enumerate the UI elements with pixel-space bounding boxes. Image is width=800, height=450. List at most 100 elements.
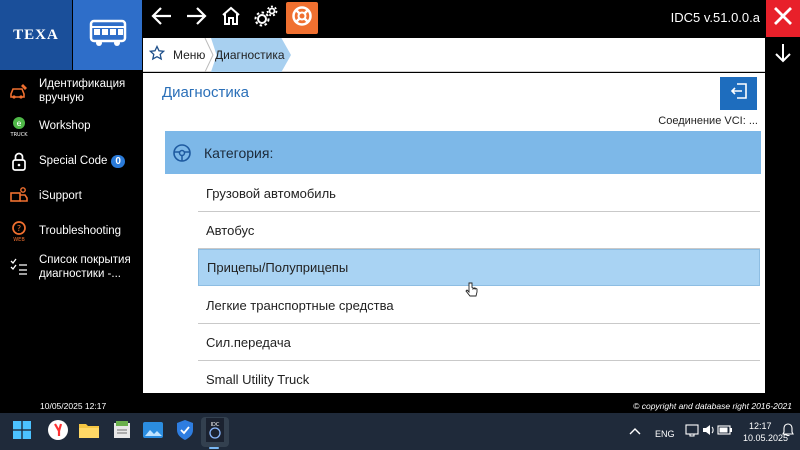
sidebar-item-isupport[interactable]: iSupport xyxy=(0,179,143,213)
taskbar: IDC ENG 12:17 10.05.2025 xyxy=(0,413,800,450)
list-item-label: Сил.передача xyxy=(206,334,291,350)
sidebar-item-label: Список покрытия xyxy=(39,254,131,266)
notification-icon xyxy=(685,423,699,442)
sidebar-item-label: Special Code xyxy=(39,155,108,167)
category-label: Категория: xyxy=(204,144,274,161)
copyright-text: © copyright and database right 2016-2021 xyxy=(633,401,792,411)
svg-text:IDC: IDC xyxy=(211,422,220,428)
troubleshooting-web-icon: ? WEB xyxy=(9,221,29,242)
exit-button[interactable] xyxy=(720,77,757,110)
tray-battery-button[interactable] xyxy=(717,420,733,444)
breadcrumb-label: Меню xyxy=(173,48,206,62)
idc5-app-icon: IDC xyxy=(206,417,224,447)
sidebar-item-label-line2: вручную xyxy=(39,92,84,104)
steering-wheel-icon xyxy=(172,143,192,163)
gears-icon xyxy=(254,5,278,32)
list-item-label: Автобус xyxy=(206,222,255,238)
truck-workshop-icon: e TRUCK xyxy=(9,116,29,137)
support-button[interactable] xyxy=(286,2,318,34)
tray-overflow-button[interactable] xyxy=(627,420,643,444)
list-item[interactable]: Small Utility Truck xyxy=(198,361,760,393)
close-button[interactable] xyxy=(766,0,800,37)
tray-notification-icon[interactable] xyxy=(684,420,700,444)
arrow-down-icon xyxy=(773,42,793,69)
sidebar-item-special-code[interactable]: Special Code 0 xyxy=(0,144,143,178)
brand-text: TEXA xyxy=(13,26,59,43)
star-icon xyxy=(148,44,166,66)
taskbar-yandex-browser[interactable] xyxy=(46,419,70,446)
taskbar-idc5-app[interactable]: IDC xyxy=(201,417,229,447)
support-icon xyxy=(9,186,29,206)
volume-icon xyxy=(702,423,716,442)
list-item[interactable]: Автобус xyxy=(198,212,760,249)
sidebar-item-label: iSupport xyxy=(39,190,82,202)
car-wrench-icon xyxy=(9,81,29,101)
breadcrumb-item-diagnostics[interactable]: Диагностика xyxy=(211,38,291,72)
taskbar-app-tool[interactable] xyxy=(110,420,134,444)
category-header: Категория: xyxy=(165,131,761,174)
yandex-browser-icon xyxy=(47,419,69,446)
lock-icon xyxy=(9,151,29,171)
list-item[interactable]: Легкие транспортные средства xyxy=(198,287,760,324)
bus-icon xyxy=(88,17,128,54)
taskbar-time[interactable]: 12:17 xyxy=(749,421,772,431)
coverage-list-icon xyxy=(9,257,29,277)
main-panel: Диагностика Соединение VCI: ... Категори… xyxy=(143,73,765,393)
tool-app-icon xyxy=(111,419,133,446)
home-button[interactable] xyxy=(215,2,247,34)
tray-volume-button[interactable] xyxy=(701,420,717,444)
list-item-label: Легкие транспортные средства xyxy=(206,297,394,313)
back-button[interactable] xyxy=(146,2,178,34)
version-label: IDC5 v.51.0.0.a xyxy=(670,10,760,25)
arrow-right-icon xyxy=(185,5,207,32)
app-datetime: 10/05/2025 12:17 xyxy=(40,401,107,411)
home-icon xyxy=(220,5,242,32)
texa-logo: TEXA xyxy=(0,0,72,70)
minimize-button[interactable] xyxy=(766,38,800,72)
close-icon xyxy=(773,6,793,31)
sidebar-item-coverage-list[interactable]: Список покрытия диагностики -... xyxy=(0,250,143,284)
sidebar-item-workshop[interactable]: e TRUCK Workshop xyxy=(0,109,143,143)
favorites-button[interactable] xyxy=(147,44,167,66)
folder-icon xyxy=(78,420,100,445)
tray-notifications-bell[interactable] xyxy=(780,420,796,444)
taskbar-security[interactable] xyxy=(173,419,197,446)
list-item-label: Прицепы/Полуприцепы xyxy=(207,260,349,275)
vci-connection-status: Соединение VCI: ... xyxy=(658,115,758,127)
start-button[interactable] xyxy=(10,420,34,444)
mouse-cursor-icon xyxy=(465,282,479,303)
sidebar-item-troubleshooting[interactable]: ? WEB Troubleshooting xyxy=(0,214,143,248)
page-title: Диагностика xyxy=(162,84,249,101)
shield-icon xyxy=(175,419,195,446)
special-code-badge: 0 xyxy=(111,155,125,168)
breadcrumb-label: Диагностика xyxy=(215,48,285,62)
language-indicator[interactable]: ENG xyxy=(655,429,675,439)
windows-logo-icon xyxy=(13,420,31,444)
app-window: TEXA IDC5 v.51.0.0.a Меню Диагностика Ди… xyxy=(0,0,800,413)
bell-icon xyxy=(782,422,794,442)
list-item[interactable]: Сил.передача xyxy=(198,324,760,361)
taskbar-photos[interactable] xyxy=(141,420,165,444)
breadcrumb: Меню Диагностика xyxy=(143,37,765,73)
forward-button[interactable] xyxy=(180,2,212,34)
lifebuoy-icon xyxy=(291,5,313,32)
settings-button[interactable] xyxy=(250,2,282,34)
sidebar-item-manual-identification[interactable]: Идентификация вручную xyxy=(0,74,143,108)
battery-icon xyxy=(717,423,733,441)
arrow-left-icon xyxy=(151,5,173,32)
sidebar-item-label: Workshop xyxy=(39,120,91,132)
sidebar-item-label: Идентификация xyxy=(39,78,126,90)
list-item-selected[interactable]: Прицепы/Полуприцепы xyxy=(198,249,760,286)
active-app-indicator xyxy=(209,447,219,449)
svg-text:TRUCK: TRUCK xyxy=(10,132,29,137)
taskbar-file-explorer[interactable] xyxy=(77,420,101,444)
svg-text:?: ? xyxy=(17,224,21,233)
svg-text:WEB: WEB xyxy=(13,237,25,242)
sidebar-item-label: Troubleshooting xyxy=(39,225,122,237)
list-item[interactable]: Грузовой автомобиль xyxy=(198,175,760,212)
exit-door-icon xyxy=(729,81,749,106)
svg-text:e: e xyxy=(17,119,22,128)
vehicle-type-bus-button[interactable] xyxy=(73,0,142,70)
chevron-up-icon xyxy=(629,423,641,441)
sidebar-item-label-line2: диагностики -... xyxy=(39,268,121,280)
